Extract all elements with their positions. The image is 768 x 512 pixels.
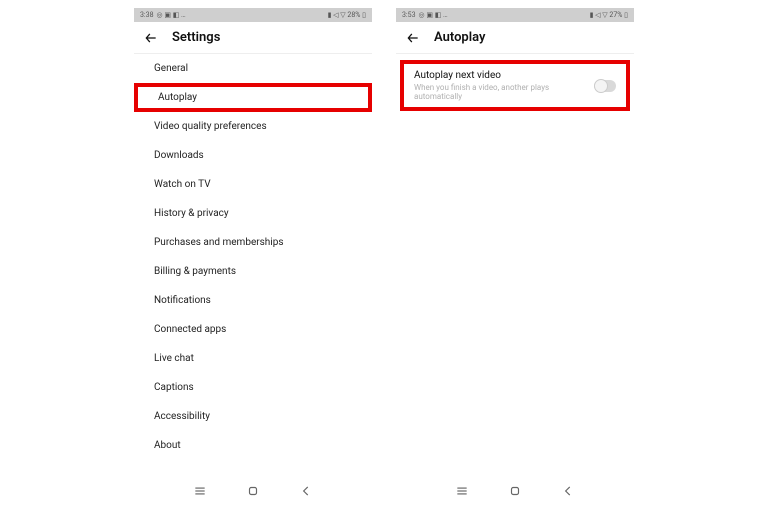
list-item-label: Connected apps bbox=[154, 324, 226, 335]
status-icons-right: ▮ ◁ ▽ 27% ▯ bbox=[590, 11, 628, 19]
empty-space bbox=[396, 117, 634, 478]
recents-icon[interactable] bbox=[455, 484, 469, 498]
list-item-label: Accessibility bbox=[154, 411, 210, 422]
list-item-label: Downloads bbox=[154, 150, 204, 161]
settings-item-video-quality[interactable]: Video quality preferences bbox=[134, 112, 372, 141]
list-item-label: About bbox=[154, 440, 181, 451]
settings-item-captions[interactable]: Captions bbox=[134, 373, 372, 402]
toggle-knob-icon bbox=[594, 79, 608, 93]
autoplay-subtitle: When you finish a video, another plays a… bbox=[414, 83, 594, 101]
home-icon[interactable] bbox=[246, 484, 260, 498]
back-icon[interactable] bbox=[299, 484, 313, 498]
settings-item-watch-tv[interactable]: Watch on TV bbox=[134, 170, 372, 199]
autoplay-title: Autoplay next video bbox=[414, 70, 594, 81]
recents-icon[interactable] bbox=[193, 484, 207, 498]
home-icon[interactable] bbox=[508, 484, 522, 498]
list-item-label: Purchases and memberships bbox=[154, 237, 284, 248]
statusbar: 3:53 ◎ ▣ ◧ … ▮ ◁ ▽ 27% ▯ bbox=[396, 8, 634, 22]
phone-settings: 3:38 ◎ ▣ ◧ … ▮ ◁ ▽ 28% ▯ Settings Genera… bbox=[134, 8, 372, 504]
status-time: 3:53 bbox=[402, 11, 416, 19]
settings-item-downloads[interactable]: Downloads bbox=[134, 141, 372, 170]
statusbar: 3:38 ◎ ▣ ◧ … ▮ ◁ ▽ 28% ▯ bbox=[134, 8, 372, 22]
settings-item-general[interactable]: General bbox=[134, 54, 372, 83]
status-icons-left: ◎ ▣ ◧ … bbox=[157, 11, 186, 19]
android-navbar bbox=[396, 478, 634, 504]
status-icons-right: ▮ ◁ ▽ 28% ▯ bbox=[328, 11, 366, 19]
settings-item-history[interactable]: History & privacy bbox=[134, 199, 372, 228]
back-icon[interactable] bbox=[561, 484, 575, 498]
list-item-label: Watch on TV bbox=[154, 179, 211, 190]
autoplay-text-block: Autoplay next video When you finish a vi… bbox=[414, 70, 594, 101]
android-navbar bbox=[134, 478, 372, 504]
list-item-label: Live chat bbox=[154, 353, 194, 364]
settings-item-accessibility[interactable]: Accessibility bbox=[134, 402, 372, 431]
page-title: Autoplay bbox=[434, 30, 485, 45]
settings-list: General Autoplay Video quality preferenc… bbox=[134, 54, 372, 472]
list-item-label: Billing & payments bbox=[154, 266, 236, 277]
list-item-label: Video quality preferences bbox=[154, 121, 267, 132]
header: Autoplay bbox=[396, 22, 634, 54]
list-item-label: History & privacy bbox=[154, 208, 229, 219]
list-item-label: Notifications bbox=[154, 295, 211, 306]
autoplay-next-video-row[interactable]: Autoplay next video When you finish a vi… bbox=[400, 60, 630, 111]
settings-item-connected-apps[interactable]: Connected apps bbox=[134, 315, 372, 344]
list-item-label: Autoplay bbox=[158, 92, 197, 103]
list-item-label: Captions bbox=[154, 382, 194, 393]
settings-item-purchases[interactable]: Purchases and memberships bbox=[134, 228, 372, 257]
status-time: 3:38 bbox=[140, 11, 154, 19]
status-icons-left: ◎ ▣ ◧ … bbox=[419, 11, 448, 19]
settings-item-live-chat[interactable]: Live chat bbox=[134, 344, 372, 373]
back-arrow-icon[interactable] bbox=[406, 31, 420, 45]
settings-item-billing[interactable]: Billing & payments bbox=[134, 257, 372, 286]
autoplay-toggle[interactable] bbox=[594, 80, 616, 92]
phone-autoplay: 3:53 ◎ ▣ ◧ … ▮ ◁ ▽ 27% ▯ Autoplay Autopl… bbox=[396, 8, 634, 504]
list-item-label: General bbox=[154, 63, 188, 74]
settings-item-notifications[interactable]: Notifications bbox=[134, 286, 372, 315]
settings-item-autoplay[interactable]: Autoplay bbox=[134, 83, 372, 112]
page-title: Settings bbox=[172, 30, 220, 45]
back-arrow-icon[interactable] bbox=[144, 31, 158, 45]
header: Settings bbox=[134, 22, 372, 54]
settings-item-about[interactable]: About bbox=[134, 431, 372, 460]
